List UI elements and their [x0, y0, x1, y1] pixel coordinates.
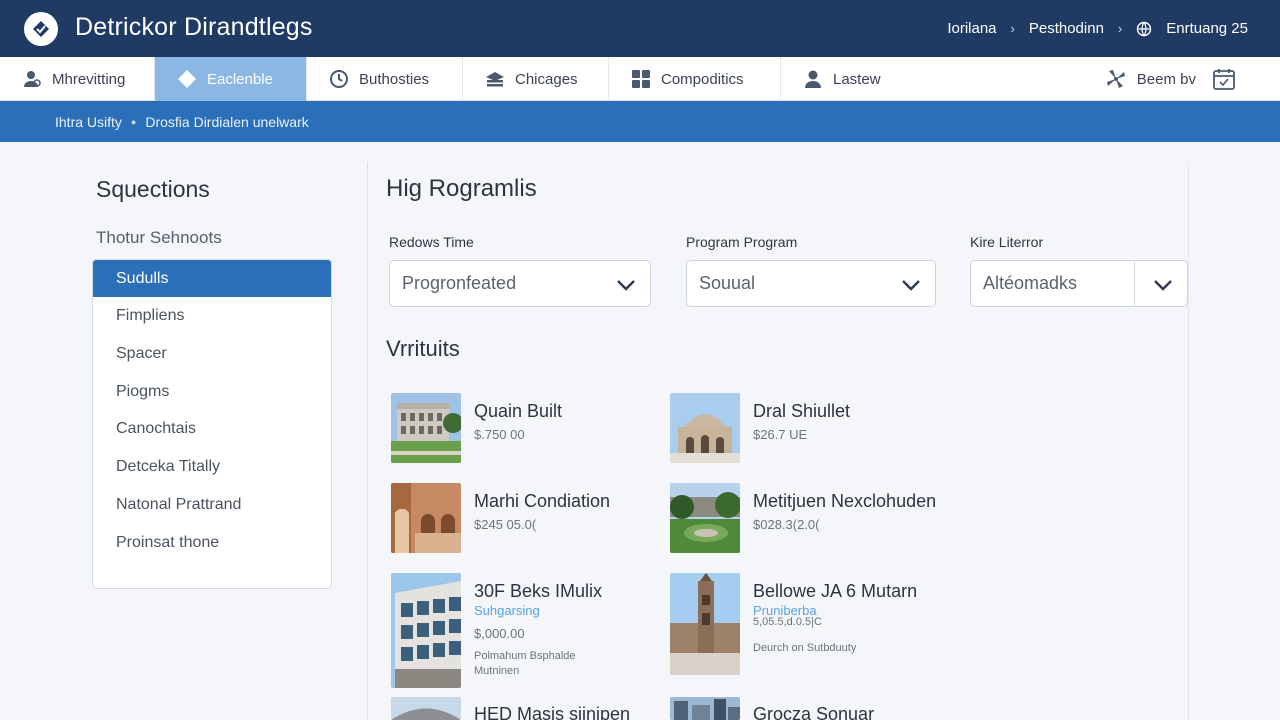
chevron-right-icon: › — [1117, 21, 1123, 36]
card-title: Metitjuen Nexclohuden — [753, 491, 937, 511]
select-value: Progronfeated — [402, 273, 517, 293]
bullet-icon: ● — [130, 116, 137, 127]
content-edge — [1188, 162, 1189, 720]
filter-select-1[interactable]: Progronfeated — [389, 260, 651, 307]
thumbnail-image — [391, 697, 461, 720]
thumbnail-image — [670, 393, 740, 463]
tab-buthosties[interactable]: Buthosties — [307, 57, 463, 101]
breadcrumb-item-1[interactable]: Ihtra Usifty — [55, 114, 122, 130]
windmill-icon[interactable] — [1105, 68, 1127, 90]
thumbnail-image — [670, 483, 740, 553]
user-icon — [22, 69, 42, 89]
result-card[interactable]: Bellowe JA 6 Mutarn Pruniberba 5,05.5,d.… — [670, 573, 960, 675]
top-nav-link-3[interactable]: Enrtuang 25 — [1166, 20, 1248, 37]
sidebar-item-canochtais[interactable]: Canochtais — [93, 410, 331, 447]
sidebar-item-natonal[interactable]: Natonal Prattrand — [93, 486, 331, 523]
top-header: Detrickor Dirandtlegs Iorilana › Pesthod… — [0, 0, 1280, 57]
card-title: Quain Built — [474, 401, 563, 421]
section-title: Vrrituits — [386, 336, 460, 361]
sidebar-item-spacer[interactable]: Spacer — [93, 335, 331, 372]
vertical-divider — [367, 162, 368, 720]
filter-label-1: Redows Time — [389, 234, 474, 250]
sidebar-item-fimpliens[interactable]: Fimpliens — [93, 297, 331, 334]
card-title: Marhi Condiation — [474, 491, 611, 511]
diamond-icon — [177, 69, 197, 89]
card-price: $028.3(2.0( — [753, 517, 820, 532]
tab-label: Chicages — [515, 70, 578, 88]
globe-icon — [1136, 21, 1152, 37]
card-note-line-1: Polmahum Bsphalde — [474, 650, 576, 662]
result-card[interactable]: Grocza Sonuar — [670, 697, 960, 720]
card-price: $,000.00 — [474, 626, 525, 641]
filter-label-2: Program Program — [686, 234, 798, 250]
filter-select-3[interactable]: Altéomadks — [970, 260, 1188, 307]
sidebar-item-piogms[interactable]: Piogms — [93, 373, 331, 410]
tab-label: Eaclenble — [207, 70, 273, 88]
tab-label: Buthosties — [359, 70, 430, 88]
tab-label: Compoditics — [661, 70, 744, 88]
thumbnail-image — [670, 697, 740, 720]
result-card[interactable]: HED Masis siinipen — [391, 697, 651, 720]
sidebar-item-proinsat[interactable]: Proinsat thone — [93, 524, 331, 561]
result-card[interactable]: Dral Shiullet $26.7 UE — [670, 393, 950, 463]
select-value: Altéomadks — [983, 273, 1078, 293]
app-title: Detrickor Dirandtlegs — [75, 13, 313, 41]
tab-label: Mhrevitting — [52, 70, 126, 88]
page-title: Hig Rogramlis — [386, 175, 537, 202]
tab-chicages[interactable]: Chicages — [463, 57, 609, 101]
card-title: Grocza Sonuar — [753, 704, 875, 720]
card-price: 5,05.5,d.0.5|C — [753, 616, 822, 628]
tab-compoditics[interactable]: Compoditics — [609, 57, 781, 101]
thumbnail-image — [670, 573, 740, 675]
sidebar-title: Squections — [96, 176, 210, 202]
card-title: Bellowe JA 6 Mutarn — [753, 581, 918, 601]
result-card[interactable]: Metitjuen Nexclohuden $028.3(2.0( — [670, 483, 960, 553]
card-tag-link[interactable]: Suhgarsing — [474, 603, 540, 618]
sidebar-list: Sudulls Fimpliens Spacer Piogms Canochta… — [92, 259, 332, 589]
top-nav-link-2[interactable]: Pesthodinn — [1029, 20, 1104, 37]
top-nav: Iorilana › Pesthodinn › Enrtuang 25 — [947, 0, 1248, 57]
person-icon — [803, 69, 823, 89]
tab-right-group: Beem bv — [1105, 57, 1236, 101]
breadcrumb: Ihtra Usifty ● Drosfia Dirdialen unelwar… — [0, 101, 1280, 142]
sidebar-item-sudulls[interactable]: Sudulls — [93, 260, 331, 297]
grid-icon — [631, 69, 651, 89]
thumbnail-image — [391, 573, 461, 688]
select-value: Souual — [699, 273, 756, 293]
result-card[interactable]: Marhi Condiation $245 05.0( — [391, 483, 651, 553]
card-title: Dral Shiullet — [753, 401, 851, 421]
card-title: HED Masis siinipen — [474, 704, 631, 720]
card-note-line-2: Mutninen — [474, 665, 520, 677]
app-logo-icon[interactable] — [24, 12, 58, 46]
chevron-down-icon — [617, 280, 635, 291]
thumbnail-image — [391, 483, 461, 553]
tab-lastew[interactable]: Lastew — [781, 57, 917, 101]
sidebar-item-detceka[interactable]: Detceka Titally — [93, 448, 331, 485]
select-divider — [1134, 261, 1135, 306]
clock-icon — [329, 69, 349, 89]
card-note-line-1: Deurch on Sutbduuty — [753, 642, 857, 654]
sidebar-subtitle: Thotur Sehnoots — [96, 228, 222, 247]
thumbnail-image — [391, 393, 461, 463]
result-card[interactable]: 30F Beks IMulix Suhgarsing $,000.00 Polm… — [391, 573, 651, 688]
tab-eaclenble[interactable]: Eaclenble — [155, 57, 307, 101]
result-card[interactable]: Quain Built $.750 00 — [391, 393, 651, 463]
tab-bar: Mhrevitting Eaclenble Buthosties Chicage… — [0, 57, 1280, 101]
filter-label-3: Kire Literror — [970, 234, 1044, 250]
card-price: $.750 00 — [474, 427, 525, 442]
card-price: $245 05.0( — [474, 517, 537, 532]
breadcrumb-item-2[interactable]: Drosfia Dirdialen unelwark — [145, 114, 308, 130]
calendar-icon[interactable] — [1212, 67, 1236, 91]
card-title: 30F Beks IMulix — [474, 581, 603, 601]
chevron-right-icon: › — [1010, 21, 1015, 36]
filter-select-2[interactable]: Souual — [686, 260, 936, 307]
tab-right-label[interactable]: Beem bv — [1137, 71, 1196, 88]
top-nav-link-1[interactable]: Iorilana — [947, 20, 996, 37]
stack-icon — [485, 69, 505, 89]
tab-label: Lastew — [833, 70, 881, 88]
tab-mhrevitting[interactable]: Mhrevitting — [0, 57, 155, 101]
card-price: $26.7 UE — [753, 427, 808, 442]
chevron-down-icon — [902, 280, 920, 291]
chevron-down-icon — [1154, 280, 1172, 291]
